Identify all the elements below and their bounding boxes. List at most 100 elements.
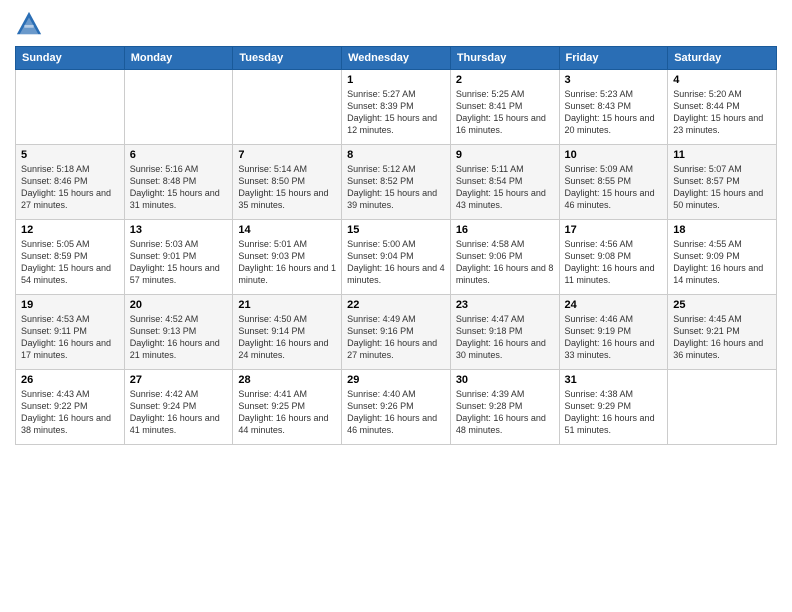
logo (15, 10, 47, 38)
day-cell (16, 70, 125, 145)
day-number: 27 (130, 374, 228, 386)
day-cell: 5 Sunrise: 5:18 AMSunset: 8:46 PMDaylight… (16, 145, 125, 220)
day-info: Sunrise: 4:40 AMSunset: 9:26 PMDaylight:… (347, 388, 445, 437)
day-number: 13 (130, 224, 228, 236)
calendar-page: SundayMondayTuesdayWednesdayThursdayFrid… (0, 0, 792, 612)
header (15, 10, 777, 38)
day-number: 30 (456, 374, 554, 386)
day-cell: 14 Sunrise: 5:01 AMSunset: 9:03 PMDayligh… (233, 220, 342, 295)
logo-icon (15, 10, 43, 38)
day-number: 26 (21, 374, 119, 386)
week-row-4: 19 Sunrise: 4:53 AMSunset: 9:11 PMDayligh… (16, 295, 777, 370)
day-cell: 9 Sunrise: 5:11 AMSunset: 8:54 PMDaylight… (450, 145, 559, 220)
day-info: Sunrise: 5:27 AMSunset: 8:39 PMDaylight:… (347, 88, 445, 137)
day-cell: 3 Sunrise: 5:23 AMSunset: 8:43 PMDaylight… (559, 70, 668, 145)
day-info: Sunrise: 5:25 AMSunset: 8:41 PMDaylight:… (456, 88, 554, 137)
day-info: Sunrise: 5:00 AMSunset: 9:04 PMDaylight:… (347, 238, 445, 287)
day-cell: 16Sunrise: 4:58 AMSunset: 9:06 PMDayligh… (450, 220, 559, 295)
day-cell: 2Sunrise: 5:25 AMSunset: 8:41 PMDaylight… (450, 70, 559, 145)
day-info: Sunrise: 5:01 AMSunset: 9:03 PMDaylight:… (238, 238, 336, 287)
day-cell: 24 Sunrise: 4:46 AMSunset: 9:19 PMDayligh… (559, 295, 668, 370)
week-row-2: 5 Sunrise: 5:18 AMSunset: 8:46 PMDaylight… (16, 145, 777, 220)
day-cell: 20 Sunrise: 4:52 AMSunset: 9:13 PMDayligh… (124, 295, 233, 370)
day-cell: 26 Sunrise: 4:43 AMSunset: 9:22 PMDayligh… (16, 370, 125, 445)
day-number: 28 (238, 374, 336, 386)
day-number: 11 (673, 149, 771, 161)
day-cell: 12 Sunrise: 5:05 AMSunset: 8:59 PMDayligh… (16, 220, 125, 295)
day-info: Sunrise: 5:09 AMSunset: 8:55 PMDaylight:… (565, 163, 663, 212)
col-header-thursday: Thursday (450, 47, 559, 70)
day-cell: 6 Sunrise: 5:16 AMSunset: 8:48 PMDaylight… (124, 145, 233, 220)
day-info: Sunrise: 4:50 AMSunset: 9:14 PMDaylight:… (238, 313, 336, 362)
day-cell: 31Sunrise: 4:38 AMSunset: 9:29 PMDayligh… (559, 370, 668, 445)
day-cell: 1 Sunrise: 5:27 AMSunset: 8:39 PMDaylight… (342, 70, 451, 145)
day-cell: 7 Sunrise: 5:14 AMSunset: 8:50 PMDaylight… (233, 145, 342, 220)
day-info: Sunrise: 5:14 AMSunset: 8:50 PMDaylight:… (238, 163, 336, 212)
day-info: Sunrise: 5:05 AMSunset: 8:59 PMDaylight:… (21, 238, 119, 287)
day-number: 9 (456, 149, 554, 161)
day-info: Sunrise: 4:38 AMSunset: 9:29 PMDaylight:… (565, 388, 663, 437)
day-info: Sunrise: 5:11 AMSunset: 8:54 PMDaylight:… (456, 163, 554, 212)
day-number: 24 (565, 299, 663, 311)
col-header-friday: Friday (559, 47, 668, 70)
day-number: 25 (673, 299, 771, 311)
day-number: 20 (130, 299, 228, 311)
day-info: Sunrise: 4:46 AMSunset: 9:19 PMDaylight:… (565, 313, 663, 362)
day-info: Sunrise: 4:56 AMSunset: 9:08 PMDaylight:… (565, 238, 663, 287)
day-number: 15 (347, 224, 445, 236)
day-info: Sunrise: 4:41 AMSunset: 9:25 PMDaylight:… (238, 388, 336, 437)
week-row-5: 26 Sunrise: 4:43 AMSunset: 9:22 PMDayligh… (16, 370, 777, 445)
day-info: Sunrise: 5:20 AMSunset: 8:44 PMDaylight:… (673, 88, 771, 137)
week-row-3: 12 Sunrise: 5:05 AMSunset: 8:59 PMDayligh… (16, 220, 777, 295)
day-number: 14 (238, 224, 336, 236)
day-cell: 11 Sunrise: 5:07 AMSunset: 8:57 PMDayligh… (668, 145, 777, 220)
day-number: 3 (565, 74, 663, 86)
day-cell: 8Sunrise: 5:12 AMSunset: 8:52 PMDaylight… (342, 145, 451, 220)
day-cell: 10 Sunrise: 5:09 AMSunset: 8:55 PMDayligh… (559, 145, 668, 220)
day-number: 21 (238, 299, 336, 311)
day-cell: 19 Sunrise: 4:53 AMSunset: 9:11 PMDayligh… (16, 295, 125, 370)
day-cell (668, 370, 777, 445)
day-number: 1 (347, 74, 445, 86)
day-cell: 21 Sunrise: 4:50 AMSunset: 9:14 PMDayligh… (233, 295, 342, 370)
week-row-1: 1 Sunrise: 5:27 AMSunset: 8:39 PMDaylight… (16, 70, 777, 145)
day-cell: 23Sunrise: 4:47 AMSunset: 9:18 PMDayligh… (450, 295, 559, 370)
day-info: Sunrise: 5:12 AMSunset: 8:52 PMDaylight:… (347, 163, 445, 212)
day-number: 22 (347, 299, 445, 311)
day-cell (124, 70, 233, 145)
day-info: Sunrise: 4:52 AMSunset: 9:13 PMDaylight:… (130, 313, 228, 362)
day-info: Sunrise: 5:03 AMSunset: 9:01 PMDaylight:… (130, 238, 228, 287)
day-number: 17 (565, 224, 663, 236)
day-cell: 15 Sunrise: 5:00 AMSunset: 9:04 PMDayligh… (342, 220, 451, 295)
day-number: 5 (21, 149, 119, 161)
day-number: 19 (21, 299, 119, 311)
day-cell: 27 Sunrise: 4:42 AMSunset: 9:24 PMDayligh… (124, 370, 233, 445)
day-info: Sunrise: 4:39 AMSunset: 9:28 PMDaylight:… (456, 388, 554, 437)
day-info: Sunrise: 4:53 AMSunset: 9:11 PMDaylight:… (21, 313, 119, 362)
day-number: 16 (456, 224, 554, 236)
day-cell: 25Sunrise: 4:45 AMSunset: 9:21 PMDayligh… (668, 295, 777, 370)
day-info: Sunrise: 4:55 AMSunset: 9:09 PMDaylight:… (673, 238, 771, 287)
col-header-monday: Monday (124, 47, 233, 70)
day-info: Sunrise: 4:49 AMSunset: 9:16 PMDaylight:… (347, 313, 445, 362)
day-info: Sunrise: 5:16 AMSunset: 8:48 PMDaylight:… (130, 163, 228, 212)
header-row: SundayMondayTuesdayWednesdayThursdayFrid… (16, 47, 777, 70)
day-info: Sunrise: 4:42 AMSunset: 9:24 PMDaylight:… (130, 388, 228, 437)
day-number: 4 (673, 74, 771, 86)
day-info: Sunrise: 5:07 AMSunset: 8:57 PMDaylight:… (673, 163, 771, 212)
day-info: Sunrise: 4:43 AMSunset: 9:22 PMDaylight:… (21, 388, 119, 437)
col-header-sunday: Sunday (16, 47, 125, 70)
day-info: Sunrise: 5:23 AMSunset: 8:43 PMDaylight:… (565, 88, 663, 137)
day-cell (233, 70, 342, 145)
day-number: 6 (130, 149, 228, 161)
day-info: Sunrise: 5:18 AMSunset: 8:46 PMDaylight:… (21, 163, 119, 212)
day-number: 10 (565, 149, 663, 161)
day-cell: 28 Sunrise: 4:41 AMSunset: 9:25 PMDayligh… (233, 370, 342, 445)
day-number: 23 (456, 299, 554, 311)
day-number: 7 (238, 149, 336, 161)
day-cell: 22 Sunrise: 4:49 AMSunset: 9:16 PMDayligh… (342, 295, 451, 370)
calendar-table: SundayMondayTuesdayWednesdayThursdayFrid… (15, 46, 777, 445)
day-number: 29 (347, 374, 445, 386)
col-header-saturday: Saturday (668, 47, 777, 70)
day-number: 12 (21, 224, 119, 236)
